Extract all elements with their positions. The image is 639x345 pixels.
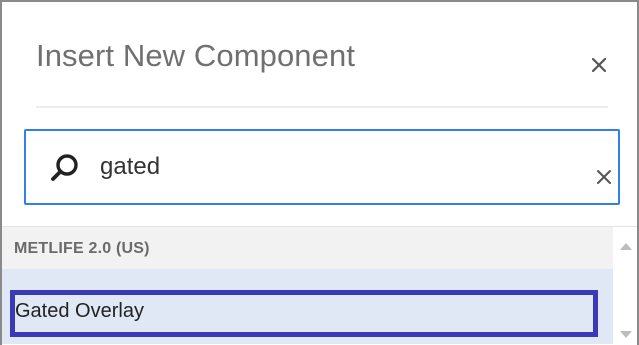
scrollbar[interactable] (613, 227, 637, 345)
insert-component-dialog: Insert New Component METLIFE 2.0 (US) (0, 0, 639, 345)
clear-icon (597, 170, 611, 184)
results-list: METLIFE 2.0 (US) Gated Overlay (2, 226, 637, 345)
close-button[interactable] (586, 52, 612, 78)
group-header: METLIFE 2.0 (US) (2, 227, 613, 269)
search-icon (51, 154, 78, 181)
group-label: METLIFE 2.0 (US) (14, 240, 150, 257)
scroll-down-arrow-icon[interactable] (620, 331, 632, 338)
dialog-title: Insert New Component (36, 38, 356, 73)
search-input[interactable] (100, 147, 540, 187)
clear-search-button[interactable] (594, 167, 614, 187)
close-icon (591, 57, 607, 73)
list-item-label: Gated Overlay (15, 300, 144, 322)
list-item-gated-overlay[interactable]: Gated Overlay (2, 269, 613, 344)
scroll-up-arrow-icon[interactable] (620, 243, 632, 250)
dialog-header: Insert New Component (2, 2, 637, 114)
search-field[interactable] (24, 129, 620, 205)
header-divider (36, 106, 608, 108)
